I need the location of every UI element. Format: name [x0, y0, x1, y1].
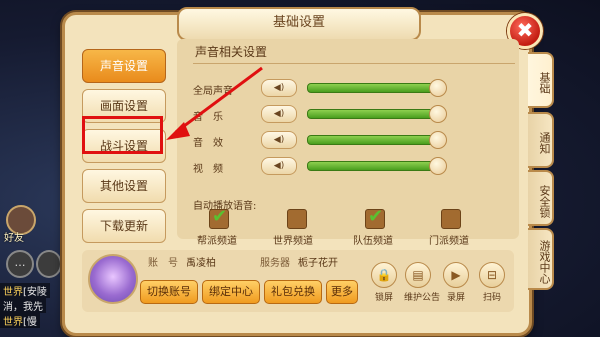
speaker-icon[interactable]: ◀) [261, 157, 297, 175]
record-screen-button[interactable]: ▶ 录屏 [442, 262, 470, 304]
tab-notification[interactable]: 通知 [528, 112, 554, 168]
slider-knob[interactable] [429, 131, 448, 149]
slider-knob[interactable] [429, 105, 448, 123]
section-title: 声音相关设置 [195, 45, 268, 59]
lock-icon: 🔒 [371, 262, 397, 288]
sect-channel-checkbox[interactable] [441, 209, 461, 229]
record-icon: ▶ [443, 262, 469, 288]
chat-line: 消，我先 [0, 298, 46, 313]
video-label: 视 频 [193, 164, 223, 175]
notice-icon: ▤ [405, 262, 431, 288]
switch-account-button[interactable]: 切换账号 [140, 280, 198, 304]
checkmark-icon: ✔ [212, 206, 228, 227]
lock-screen-button[interactable]: 🔒 锁屏 [370, 262, 398, 304]
account-label: 账 号 [148, 258, 178, 269]
server-label: 服务器 [260, 258, 290, 269]
binding-center-button[interactable]: 绑定中心 [202, 280, 260, 304]
account-section: 账 号 禹凌柏 服务器 栀子花开 切换账号 绑定中心 礼包兑换 更多 🔒 锁屏 … [82, 250, 514, 312]
more-button[interactable]: 更多 [326, 280, 358, 304]
global-sound-slider[interactable] [307, 83, 442, 93]
friend-label: 好友 [4, 233, 24, 244]
team-channel-label: 队伍频道 [353, 236, 393, 247]
scan-qr-button[interactable]: ⊟ 扫码 [478, 262, 506, 304]
sect-channel-label: 门派频道 [429, 236, 469, 247]
scan-icon: ⊟ [479, 262, 505, 288]
video-slider[interactable] [307, 161, 442, 171]
chat-line: 世界[慢 [0, 313, 40, 328]
menu-sound-settings[interactable]: 声音设置 [82, 49, 166, 83]
server-value: 栀子花开 [298, 258, 338, 269]
world-channel-label: 世界频道 [273, 236, 313, 247]
sfx-slider[interactable] [307, 135, 442, 145]
maintenance-notice-button[interactable]: ▤ 维护公告 [404, 262, 440, 304]
chat-bubble-icon[interactable]: … [6, 250, 34, 278]
menu-download-update[interactable]: 下载更新 [82, 209, 166, 243]
account-value: 禹凌柏 [186, 258, 216, 269]
gift-redeem-button[interactable]: 礼包兑换 [264, 280, 322, 304]
checkmark-icon: ✔ [368, 206, 384, 227]
highlight-box [82, 116, 163, 154]
guild-channel-label: 帮派频道 [197, 236, 237, 247]
voice-icon[interactable] [36, 250, 62, 278]
menu-other-settings[interactable]: 其他设置 [82, 169, 166, 203]
tab-security-lock[interactable]: 安全锁 [528, 170, 554, 226]
tab-basic[interactable]: 基础 [528, 52, 554, 108]
slider-knob[interactable] [429, 157, 448, 175]
team-channel-checkbox[interactable]: ✔ [365, 206, 385, 229]
slider-knob[interactable] [429, 79, 448, 97]
chat-line: 世界[安陵 [0, 283, 50, 298]
guild-channel-checkbox[interactable]: ✔ [209, 206, 229, 229]
tab-game-center[interactable]: 游戏中心 [528, 228, 554, 290]
music-slider[interactable] [307, 109, 442, 119]
world-channel-checkbox[interactable] [287, 209, 307, 229]
dialog-title: 基础设置 [177, 7, 421, 41]
pointer-arrow [166, 66, 263, 140]
avatar[interactable] [88, 254, 138, 304]
